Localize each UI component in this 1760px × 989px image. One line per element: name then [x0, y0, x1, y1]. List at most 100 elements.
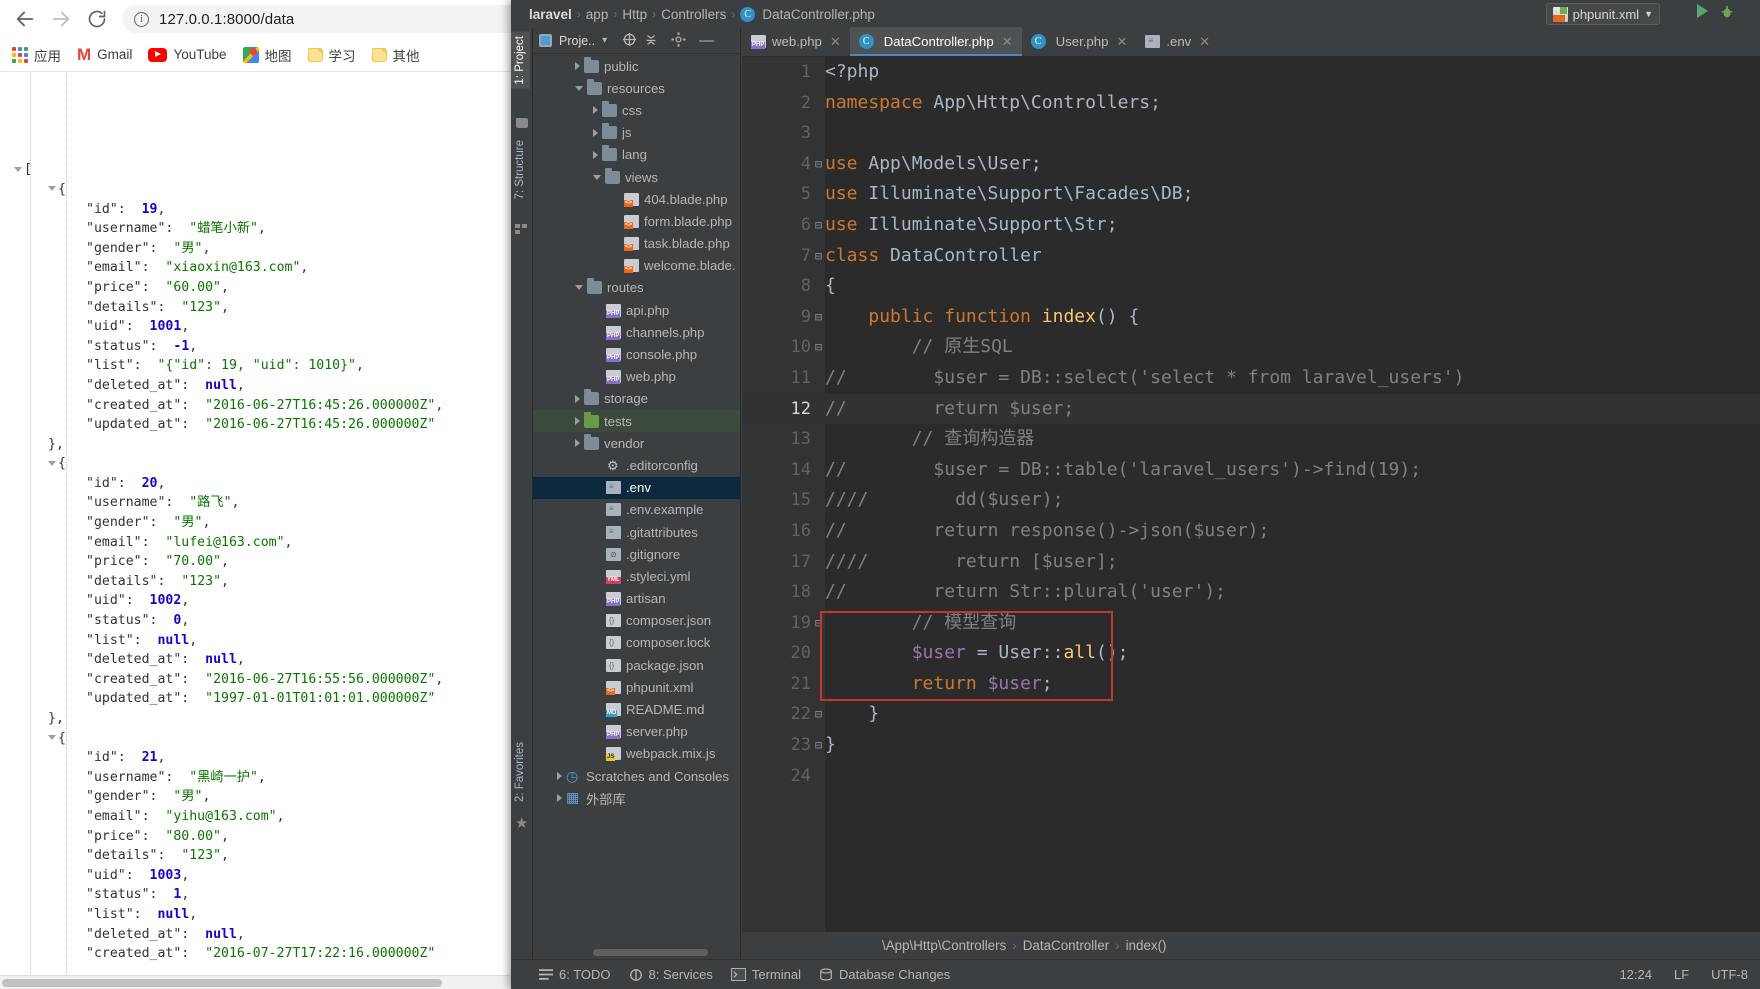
debug-icon[interactable] [1720, 5, 1734, 19]
status-tab-services[interactable]: 8: Services [629, 967, 713, 982]
json-toggle-icon[interactable] [48, 460, 56, 466]
tree-item[interactable]: ≡ .env [533, 476, 740, 499]
tree-item[interactable]: phpunit.xml [533, 676, 740, 698]
fold-icon[interactable]: ⊟ [813, 730, 824, 761]
tree-item[interactable]: console.php [533, 343, 740, 365]
run-configuration-selector[interactable]: phpunit.xml ▼ [1545, 3, 1660, 25]
code-line[interactable]: //// return [$user]; [825, 547, 1760, 578]
tree-item[interactable]: ≡ .gitattributes [533, 521, 740, 543]
tree-item[interactable]: resources [533, 77, 740, 99]
run-icon[interactable] [1697, 4, 1708, 18]
tree-item[interactable]: README.md [533, 698, 740, 720]
tree-item[interactable]: .styleci.yml [533, 565, 740, 587]
code-line[interactable]: //// dd($user); [825, 485, 1760, 516]
tool-tab-favorites[interactable]: 2: Favorites [511, 738, 530, 806]
tree-item[interactable]: {} package.json [533, 654, 740, 676]
back-button[interactable] [8, 2, 42, 36]
tree-expand-icon[interactable] [593, 150, 598, 159]
breadcrumb-file[interactable]: DataController.php [762, 7, 875, 22]
tree-item[interactable]: ▦ 外部库 [533, 787, 740, 809]
code-line[interactable]: public function index() { [825, 302, 1760, 333]
tree-item[interactable]: form.blade.php [533, 210, 740, 232]
bookmark-gmail[interactable]: M Gmail [69, 44, 140, 65]
code-area[interactable]: <?php namespace App\Http\Controllers; use … [825, 57, 1760, 932]
fold-icon[interactable]: ⊟ [813, 241, 824, 272]
status-tab-terminal[interactable]: Terminal [730, 967, 801, 982]
tree-item[interactable]: ⊘ .gitignore [533, 543, 740, 565]
editor-breadcrumb-namespace[interactable]: \App\Http\Controllers [882, 938, 1006, 953]
code-line[interactable]: // $user = DB::table('laravel_users')->f… [825, 455, 1760, 486]
tree-item[interactable]: public [533, 55, 740, 77]
tree-item[interactable]: {} composer.lock [533, 632, 740, 654]
file-encoding[interactable]: UTF-8 [1711, 967, 1748, 982]
bookmark-folder-study[interactable]: 学习 [300, 42, 364, 68]
tree-expand-icon[interactable] [575, 285, 583, 291]
tree-item[interactable]: routes [533, 277, 740, 299]
code-line[interactable]: } [825, 730, 1760, 761]
breadcrumb-controllers[interactable]: Controllers [661, 7, 726, 22]
breadcrumb-laravel[interactable]: laravel [529, 7, 572, 22]
close-icon[interactable]: ✕ [1116, 34, 1127, 50]
code-line[interactable]: // 原生SQL [825, 332, 1760, 363]
horizontal-scrollbar[interactable] [0, 975, 580, 989]
reload-button[interactable] [80, 2, 114, 36]
code-line[interactable]: // 查询构造器 [825, 424, 1760, 455]
hide-panel-icon[interactable]: — [699, 33, 714, 48]
bookmark-apps[interactable]: 应用 [4, 42, 69, 68]
tree-item[interactable]: welcome.blade. [533, 255, 740, 277]
tree-item[interactable]: vendor [533, 432, 740, 454]
editor-tab[interactable]: web.php ✕ [742, 27, 850, 56]
fold-icon[interactable]: ⊟ [813, 332, 824, 363]
tree-item[interactable]: artisan [533, 588, 740, 610]
tree-item[interactable]: ◷ Scratches and Consoles [533, 765, 740, 787]
forward-button[interactable] [44, 2, 78, 36]
caret-position[interactable]: 12:24 [1619, 967, 1652, 982]
tree-item[interactable]: webpack.mix.js [533, 743, 740, 765]
tree-item[interactable]: server.php [533, 721, 740, 743]
editor-tab[interactable]: ≡ .env ✕ [1136, 27, 1219, 56]
tree-expand-icon[interactable] [593, 174, 601, 180]
fold-icon[interactable]: ⊟ [813, 210, 824, 241]
tree-expand-icon[interactable] [575, 62, 580, 71]
tool-tab-structure[interactable]: 7: Structure [511, 136, 530, 203]
chevron-down-icon[interactable]: ▼ [1644, 9, 1653, 19]
code-line[interactable]: // return Str::plural('user'); [825, 577, 1760, 608]
editor-breadcrumb-method[interactable]: index() [1126, 938, 1167, 953]
code-line[interactable]: { [825, 271, 1760, 302]
tree-item[interactable]: views [533, 166, 740, 188]
tree-item[interactable]: storage [533, 388, 740, 410]
collapse-all-icon[interactable] [644, 33, 658, 49]
tree-item[interactable]: tests [533, 410, 740, 433]
info-circle-icon[interactable]: i [134, 11, 149, 27]
code-line[interactable]: <?php [825, 57, 1760, 88]
editor-tab[interactable]: C User.php ✕ [1022, 27, 1137, 56]
settings-gear-icon[interactable] [671, 32, 686, 49]
status-tab-todo[interactable]: 6: TODO [539, 967, 611, 982]
code-line[interactable]: use Illuminate\Support\Str; [825, 210, 1760, 241]
scrollbar-thumb[interactable] [2, 979, 442, 987]
tree-item[interactable]: channels.php [533, 321, 740, 343]
fold-icon[interactable]: ⊟ [813, 149, 824, 180]
code-line[interactable] [825, 761, 1760, 792]
code-line[interactable]: // return response()->json($user); [825, 516, 1760, 547]
json-toggle-icon[interactable] [48, 735, 56, 741]
tree-expand-icon[interactable] [593, 128, 598, 137]
tree-item[interactable]: ⚙ .editorconfig [533, 454, 740, 476]
tool-tab-project[interactable]: 1: Project [511, 32, 530, 89]
editor-tab[interactable]: C DataController.php ✕ [849, 27, 1022, 56]
tree-item[interactable]: lang [533, 144, 740, 166]
json-response-viewer[interactable]: [{"id": 19, "username": "蜡笔小新", "gender": … [0, 72, 580, 989]
tree-item[interactable]: web.php [533, 366, 740, 388]
tree-item[interactable]: task.blade.php [533, 233, 740, 255]
editor-gutter[interactable]: 1 2 3 4 ⊟ 5 6 ⊟ 7 ⊟ 8 9 ⊟ 10 ⊟ 11 12 13 14 15 16 17 18 19 ⊟ 20 21 2… [742, 57, 825, 932]
tree-expand-icon[interactable] [575, 85, 583, 91]
chevron-down-icon[interactable]: ▾ [602, 35, 607, 46]
status-tab-database-changes[interactable]: Database Changes [819, 967, 950, 982]
code-line[interactable]: class DataController [825, 241, 1760, 272]
code-line[interactable] [825, 118, 1760, 149]
close-icon[interactable]: ✕ [1199, 34, 1210, 50]
tree-expand-icon[interactable] [575, 417, 580, 426]
bookmark-folder-other[interactable]: 其他 [364, 42, 428, 68]
tree-item[interactable]: js [533, 122, 740, 144]
code-line[interactable]: namespace App\Http\Controllers; [825, 88, 1760, 119]
